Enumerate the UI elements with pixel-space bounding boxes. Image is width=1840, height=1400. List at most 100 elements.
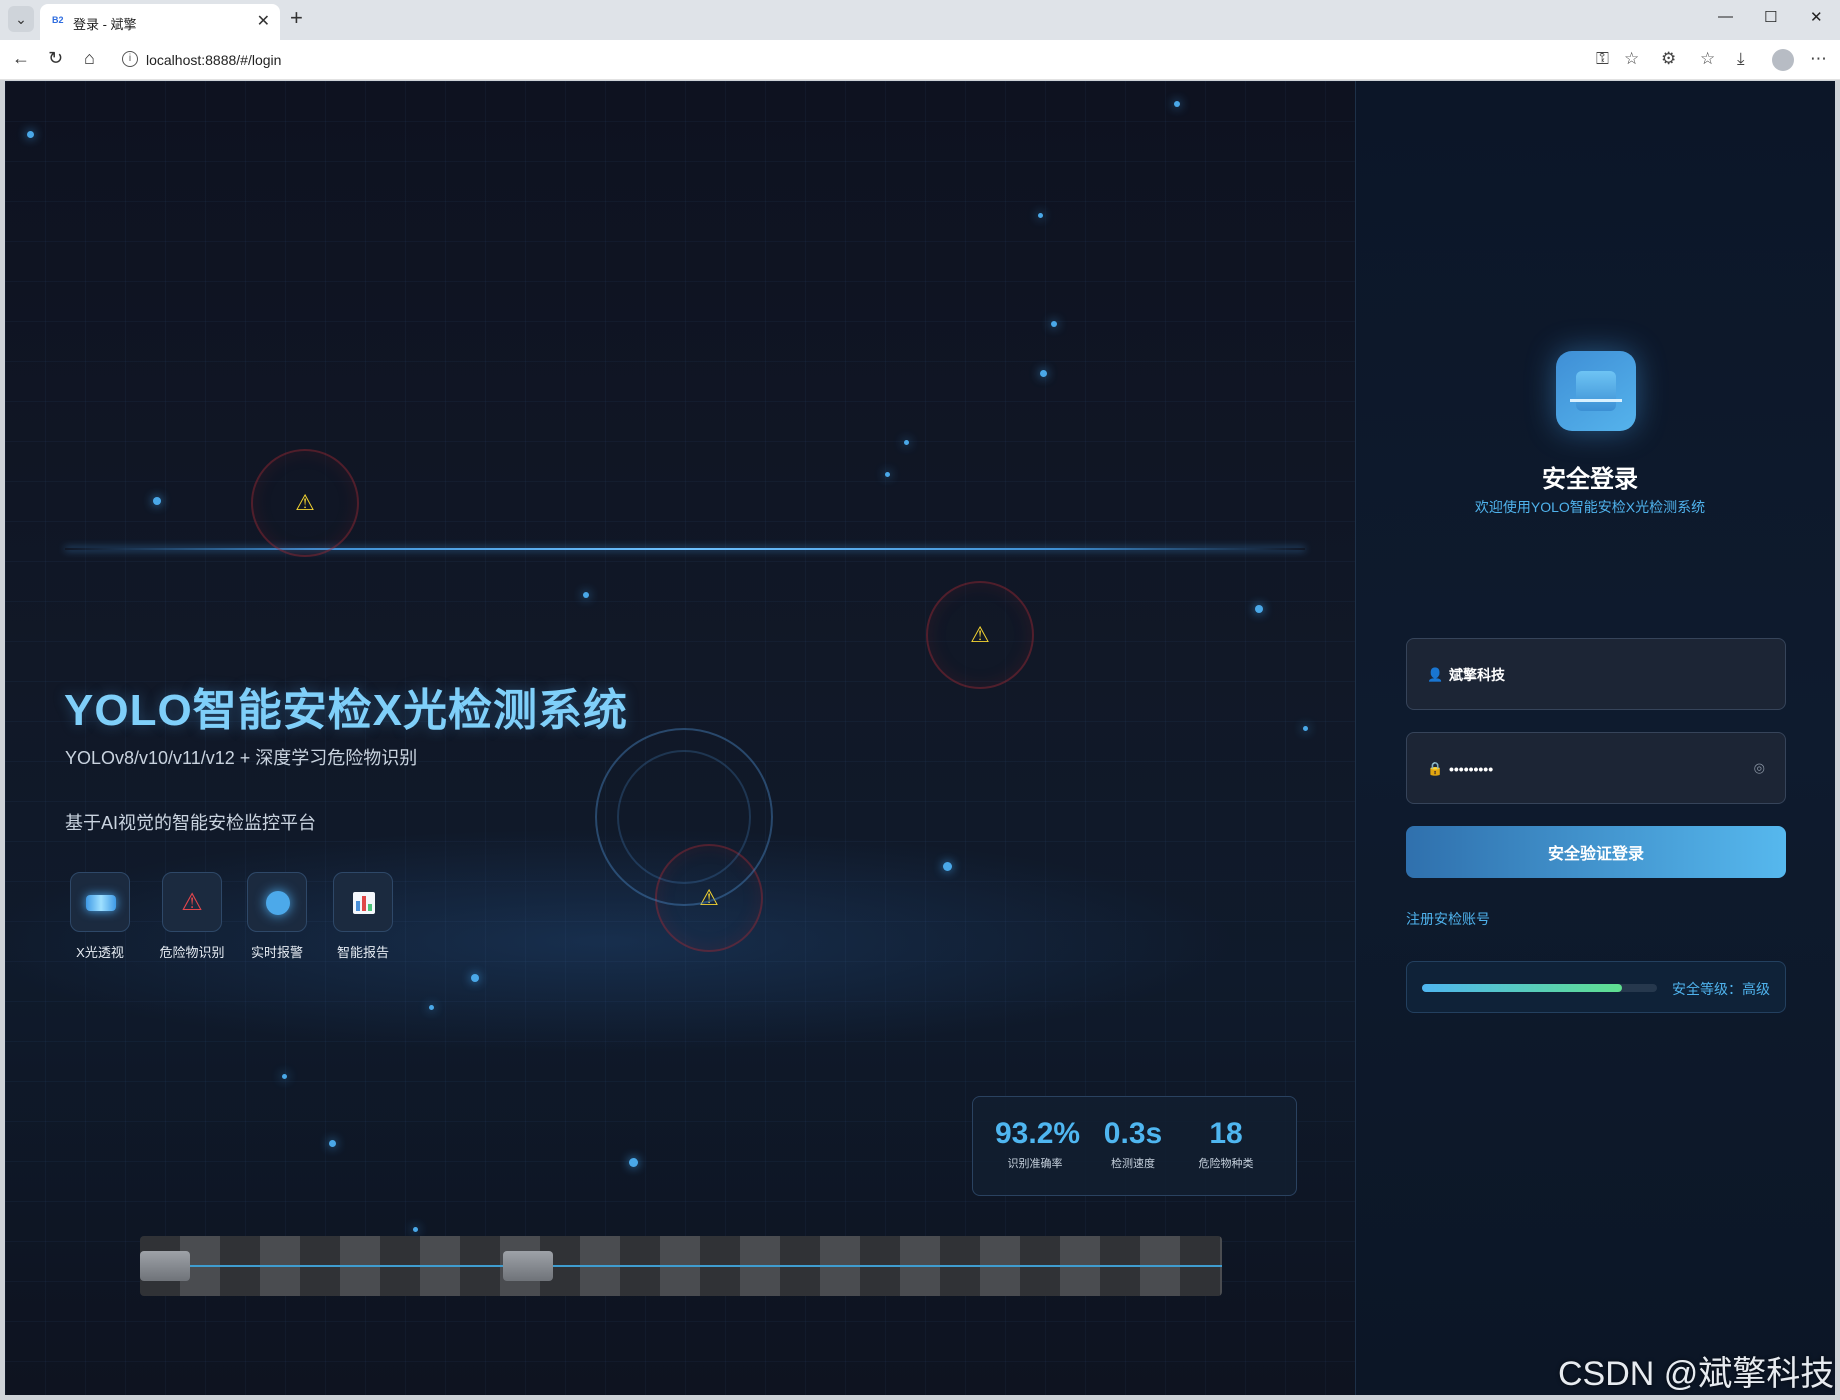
security-level-fill (1422, 984, 1622, 992)
feature-icon-box (70, 872, 130, 932)
particle-dot (282, 1074, 287, 1079)
particle-dot (27, 131, 34, 138)
reload-icon[interactable]: ↻ (48, 48, 63, 69)
particle-dot (329, 1140, 336, 1147)
particle-dot (943, 862, 952, 871)
stat-accuracy: 93.2% 识别准确率 (995, 1117, 1081, 1171)
eye-off-icon[interactable]: ◎ (1754, 760, 1765, 776)
particle-dot (1303, 726, 1308, 731)
particle-dot (429, 1005, 434, 1010)
new-tab-button[interactable]: + (290, 5, 303, 31)
browser-tab-bar: ⌄ B2 登录 - 斌擎 ✕ + — ☐ ✕ (0, 0, 1840, 40)
hazard-marker: ⚠ (926, 581, 1034, 689)
minimize-window-button[interactable]: — (1718, 8, 1733, 25)
warning-triangle-icon: ⚠ (970, 622, 990, 647)
scan-line (65, 548, 1305, 550)
tab-list-menu-button[interactable]: ⌄ (8, 6, 34, 32)
register-link[interactable]: 注册安检账号 (1406, 909, 1490, 929)
particle-dot (471, 974, 479, 982)
password-field[interactable]: 🔒 ◎ (1406, 732, 1786, 804)
particle-dot (904, 440, 909, 445)
home-icon[interactable]: ⌂ (84, 48, 95, 69)
xray-icon (86, 895, 116, 911)
close-window-button[interactable]: ✕ (1810, 8, 1823, 26)
particle-dot (1040, 370, 1047, 377)
favorite-star-icon[interactable]: ☆ (1624, 49, 1639, 69)
maximize-window-button[interactable]: ☐ (1764, 8, 1777, 26)
lock-icon: 🔒 (1427, 761, 1444, 776)
warning-triangle-icon: ⚠ (295, 490, 315, 515)
watermark: CSDN @斌擎科技 (1558, 1355, 1835, 1393)
alarm-icon (266, 891, 290, 915)
stat-hazard-types: 18 危险物种类 (1191, 1117, 1261, 1171)
stat-label: 识别准确率 (1007, 1158, 1063, 1170)
favorites-icon[interactable]: ☆ (1700, 49, 1715, 69)
site-info-icon[interactable]: i (122, 51, 138, 67)
particle-dot (1051, 321, 1057, 327)
downloads-icon[interactable]: ⤓ (1737, 49, 1745, 69)
feature-label: 危险物识别 (159, 945, 225, 960)
security-level-label: 安全等级：高级 (1672, 981, 1770, 997)
login-button[interactable]: 安全验证登录 (1406, 826, 1786, 878)
url-text[interactable]: localhost:8888/#/login (146, 52, 281, 68)
tab-close-icon[interactable]: ✕ (257, 11, 270, 31)
more-menu-icon[interactable]: ⋯ (1810, 49, 1827, 69)
hero-subtitle: YOLOv8/v10/v11/v12 + 深度学习危险物识别 (65, 748, 418, 768)
particle-dot (885, 472, 890, 477)
stat-label: 危险物种类 (1198, 1158, 1254, 1170)
favicon-icon: B2 (52, 15, 64, 25)
tab-title: 登录 - 斌擎 (73, 17, 137, 32)
username-field[interactable]: 👤 (1406, 638, 1786, 710)
particle-dot (1038, 213, 1043, 218)
radar-circle (595, 728, 773, 906)
report-icon (353, 892, 375, 914)
page-title: YOLO智能安检X光检测系统 (64, 686, 629, 735)
radar-inner-circle (617, 750, 751, 884)
password-input[interactable] (1449, 753, 1749, 785)
feature-label: X光透视 (76, 945, 124, 960)
luggage-item (503, 1251, 553, 1281)
conveyor-scan-line (140, 1265, 1222, 1267)
username-input[interactable] (1449, 659, 1749, 691)
stat-speed: 0.3s 检测速度 (1103, 1117, 1163, 1171)
logo-scan-bar (1570, 399, 1622, 402)
logo-core (1576, 371, 1616, 411)
hazard-marker: ⚠ (251, 449, 359, 557)
particle-dot (1255, 605, 1263, 613)
user-icon: 👤 (1427, 667, 1444, 682)
app-logo (1556, 351, 1636, 431)
url-field[interactable]: i localhost:8888/#/login (114, 45, 1654, 75)
security-level-track (1422, 984, 1657, 992)
feature-xray: X光透视 (64, 872, 136, 961)
feature-icon-box (333, 872, 393, 932)
hero-panel: ⚠ ⚠ ⚠ YOLO智能安检X光检测系统 YOLOv8/v10/v11/v12 … (5, 81, 1355, 1395)
stat-label: 检测速度 (1111, 1158, 1155, 1170)
feature-icon-box (247, 872, 307, 932)
feature-smart-report: 智能报告 (327, 872, 399, 961)
hero-description: 基于AI视觉的智能安检监控平台 (65, 813, 317, 833)
stat-value: 93.2% (995, 1117, 1081, 1150)
stat-value: 18 (1209, 1117, 1243, 1150)
feature-hazard-detection: ⚠ 危险物识别 (147, 872, 237, 961)
stat-value: 0.3s (1103, 1117, 1163, 1150)
extensions-icon[interactable]: ⚙ (1661, 49, 1676, 69)
particle-dot (1174, 101, 1180, 107)
luggage-item (140, 1251, 190, 1281)
login-title: 安全登录 (1542, 466, 1638, 493)
login-subtitle: 欢迎使用YOLO智能安检X光检测系统 (1474, 499, 1706, 515)
conveyor-belt (140, 1236, 1222, 1296)
particle-dot (583, 592, 589, 598)
warning-icon: ⚠ (181, 889, 203, 916)
particle-dot (413, 1227, 418, 1232)
particle-dot (629, 1158, 638, 1167)
stats-panel: 93.2% 识别准确率 0.3s 检测速度 18 危险物种类 (972, 1096, 1297, 1196)
browser-tab[interactable]: B2 登录 - 斌擎 ✕ (40, 4, 280, 40)
key-icon[interactable]: ⚿ (1596, 49, 1609, 69)
feature-label: 实时报警 (250, 945, 303, 960)
particle-dot (153, 497, 161, 505)
profile-avatar[interactable] (1772, 49, 1794, 71)
back-icon[interactable]: ← (12, 48, 30, 69)
feature-label: 智能报告 (336, 945, 389, 960)
address-bar: ← ↻ ⌂ i localhost:8888/#/login ⚿ ☆ ⚙ ☆ ⤓… (0, 40, 1840, 80)
security-level-panel: 安全等级：高级 (1406, 961, 1786, 1013)
